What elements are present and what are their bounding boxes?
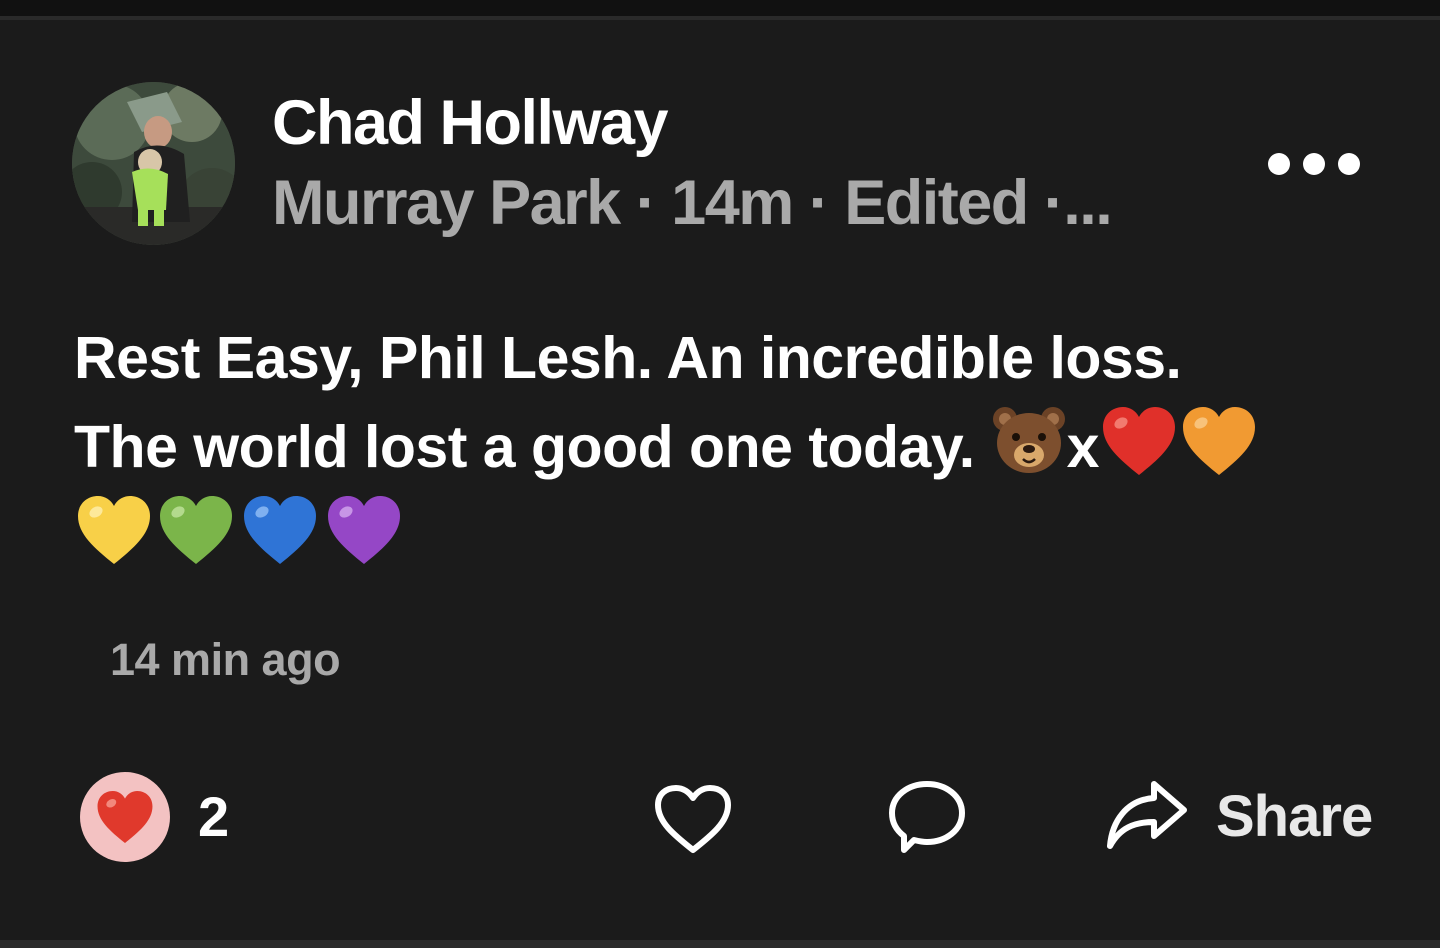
more-dot-icon — [1303, 153, 1325, 175]
reaction-count[interactable]: 2 — [198, 782, 229, 852]
blue-heart-emoji — [244, 496, 316, 564]
orange-heart-emoji — [1182, 407, 1255, 475]
post-text-x: x — [1066, 414, 1100, 480]
like-button[interactable] — [652, 782, 734, 861]
post-body: Rest Easy, Phil Lesh. An incredible loss… — [74, 314, 1374, 581]
green-heart-emoji — [160, 496, 232, 564]
heart-outline-icon — [655, 785, 731, 853]
bear-face-emoji — [992, 407, 1065, 473]
comment-button[interactable] — [886, 778, 968, 863]
heart-reaction-icon — [97, 791, 153, 843]
comment-bubble-icon — [889, 781, 965, 853]
more-options-button[interactable] — [1268, 144, 1360, 184]
post-text-line-2: The world lost a good one today. x — [74, 403, 1374, 492]
more-dot-icon — [1338, 153, 1360, 175]
post-card: Chad Hollway Murray Park · 14m · Edited … — [0, 20, 1440, 940]
red-heart-emoji — [1102, 407, 1175, 475]
bottom-divider — [0, 940, 1440, 948]
author-name[interactable]: Chad Hollway — [272, 86, 669, 160]
share-arrow-icon — [1107, 781, 1187, 849]
post-timestamp: 14 min ago — [110, 634, 341, 685]
purple-heart-emoji — [328, 496, 400, 564]
post-text-line-1: Rest Easy, Phil Lesh. An incredible loss… — [74, 325, 1182, 391]
post-text-line-2-text: The world lost a good one today. — [74, 414, 975, 480]
avatar-photo — [72, 82, 235, 245]
reaction-summary-button[interactable] — [80, 772, 170, 862]
post-text-line-3 — [74, 492, 1374, 581]
post-meta[interactable]: Murray Park · 14m · Edited ·... — [272, 166, 1113, 240]
yellow-heart-emoji — [78, 496, 150, 564]
share-button[interactable] — [1104, 776, 1190, 859]
more-dot-icon — [1268, 153, 1290, 175]
share-label[interactable]: Share — [1216, 780, 1373, 854]
author-avatar[interactable] — [72, 82, 235, 245]
